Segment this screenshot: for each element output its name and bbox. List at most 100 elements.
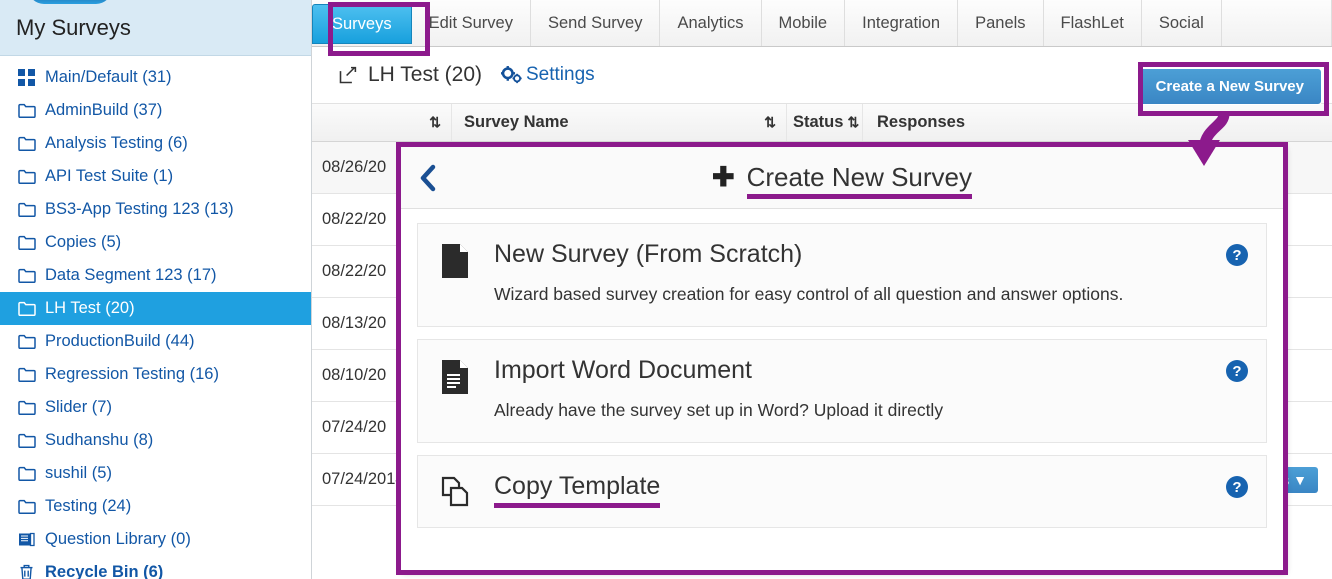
modal-option-description: Already have the survey set up in Word? … — [494, 400, 944, 421]
tab-analytics[interactable]: Analytics — [660, 0, 762, 46]
tab-label: Social — [1158, 13, 1204, 32]
tab-panels[interactable]: Panels — [958, 0, 1044, 46]
tab-label: Analytics — [677, 13, 744, 32]
modal-header: ✚ Create New Survey — [401, 147, 1283, 209]
column-header-survey-name-label: Survey Name — [464, 113, 569, 131]
question-help-icon[interactable]: ? — [1226, 244, 1248, 266]
tab-label: Surveys — [332, 14, 392, 33]
tab-label: Integration — [862, 13, 941, 32]
settings-link[interactable]: Settings — [501, 64, 595, 86]
sort-icon-status[interactable]: ⇅ — [843, 114, 863, 131]
create-a-new-survey-button[interactable]: Create a New Survey — [1137, 68, 1322, 105]
sidebar-item-productionbuild-44[interactable]: ProductionBuild (44) — [0, 325, 311, 358]
sidebar-item-adminbuild-37[interactable]: AdminBuild (37) — [0, 94, 311, 127]
folder-icon — [17, 134, 36, 153]
sidebar-folder-list: Main/Default (31) AdminBuild (37) Analysis… — [0, 56, 311, 579]
column-header-status[interactable]: Status ⇅ — [787, 104, 863, 141]
sidebar-item-recycle-bin-6[interactable]: Recycle Bin (6) — [0, 556, 311, 579]
nav-filler — [1222, 0, 1332, 46]
folder-icon — [17, 266, 36, 285]
edit-pencil-icon[interactable] — [337, 65, 358, 86]
tab-surveys[interactable]: Surveys — [312, 4, 412, 44]
tab-label: Mobile — [778, 13, 828, 32]
modal-options-list: New Survey (From Scratch) Wizard based su… — [401, 209, 1283, 529]
modal-option-new-survey-from-scratch[interactable]: New Survey (From Scratch) Wizard based su… — [417, 223, 1267, 328]
blank-document-icon — [438, 240, 472, 308]
page-title: My Surveys — [16, 14, 131, 40]
sidebar-item-label: AdminBuild (37) — [45, 101, 163, 119]
sidebar-item-label: Question Library (0) — [45, 530, 191, 548]
cell-date-value: 07/24/2014 — [322, 470, 405, 488]
sort-icon-date[interactable]: ⇅ — [425, 114, 445, 131]
sidebar-item-label: Slider (7) — [45, 398, 112, 416]
column-header-responses[interactable]: Responses — [863, 104, 993, 141]
current-folder-name: LH Test (20) — [368, 63, 482, 86]
sort-icon-survey-name[interactable]: ⇅ — [760, 114, 780, 131]
sidebar-item-question-library-0[interactable]: Question Library (0) — [0, 523, 311, 556]
folder-icon — [17, 464, 36, 483]
tab-mobile[interactable]: Mobile — [762, 0, 846, 46]
top-navigation: Surveys Edit Survey Send Survey Analytics Mo… — [312, 0, 1332, 47]
column-header-responses-label: Responses — [877, 113, 966, 131]
cell-date-value: 08/10/20 — [322, 366, 387, 384]
sidebar-item-label: Copies (5) — [45, 233, 122, 251]
sidebar-item-main-default-31[interactable]: Main/Default (31) — [0, 61, 311, 94]
tab-label: Panels — [975, 13, 1026, 32]
sidebar-item-analysis-testing-6[interactable]: Analysis Testing (6) — [0, 127, 311, 160]
sidebar-item-label: Recycle Bin (6) — [45, 563, 164, 579]
sidebar-item-label: Regression Testing (16) — [45, 365, 219, 383]
cell-date-value: 08/26/20 — [322, 158, 387, 176]
sidebar-header: My Surveys — [0, 0, 311, 56]
sidebar-item-bs3-app-testing-123-13[interactable]: BS3-App Testing 123 (13) — [0, 193, 311, 226]
cell-date-value: 07/24/20 — [322, 418, 387, 436]
sidebar-item-label: ProductionBuild (44) — [45, 332, 195, 350]
chevron-left-icon[interactable] — [417, 163, 439, 193]
tab-flashlet[interactable]: FlashLet — [1044, 0, 1142, 46]
sidebar-item-label: Sudhanshu (8) — [45, 431, 154, 449]
folder-icon — [17, 200, 36, 219]
question-help-icon[interactable]: ? — [1226, 360, 1248, 383]
column-header-date[interactable]: ⇅ — [312, 104, 452, 141]
plus-icon: ✚ — [711, 162, 735, 192]
column-header-survey-name[interactable]: Survey Name ⇅ — [452, 104, 787, 141]
question-help-icon[interactable]: ? — [1226, 476, 1248, 499]
sidebar-item-copies-5[interactable]: Copies (5) — [0, 226, 311, 259]
tab-social[interactable]: Social — [1142, 0, 1222, 46]
folder-icon — [17, 497, 36, 516]
tab-send-survey[interactable]: Send Survey — [531, 0, 661, 46]
sidebar-item-data-segment-123-17[interactable]: Data Segment 123 (17) — [0, 259, 311, 292]
modal-option-text: Import Word Document Already have the sur… — [494, 356, 1246, 424]
folder-icon — [17, 431, 36, 450]
sidebar-item-lh-test-20[interactable]: LH Test (20) — [0, 292, 311, 325]
column-header-status-label: Status — [793, 113, 844, 131]
sidebar-item-label: Main/Default (31) — [45, 68, 172, 86]
cell-date-value: 08/22/20 — [322, 210, 387, 228]
modal-option-copy-template[interactable]: Copy Template? — [417, 455, 1267, 529]
tab-edit-survey[interactable]: Edit Survey — [412, 0, 531, 46]
tab-integration[interactable]: Integration — [845, 0, 959, 46]
sidebar-item-sudhanshu-8[interactable]: Sudhanshu (8) — [0, 424, 311, 457]
sidebar-item-label: sushil (5) — [45, 464, 112, 482]
word-document-icon — [438, 356, 472, 424]
sidebar-item-testing-24[interactable]: Testing (24) — [0, 490, 311, 523]
sidebar-item-api-test-suite-1[interactable]: API Test Suite (1) — [0, 160, 311, 193]
sidebar-item-regression-testing-16[interactable]: Regression Testing (16) — [0, 358, 311, 391]
folder-icon — [17, 332, 36, 351]
cell-date-value: 08/13/20 — [322, 314, 387, 332]
modal-option-title: New Survey (From Scratch) — [494, 240, 803, 268]
sidebar-item-sushil-5[interactable]: sushil (5) — [0, 457, 311, 490]
tab-label: Edit Survey — [428, 13, 513, 32]
modal-option-import-word-document[interactable]: Import Word Document Already have the sur… — [417, 339, 1267, 444]
book-icon — [17, 530, 36, 549]
sidebar-item-label: Data Segment 123 (17) — [45, 266, 217, 284]
modal-option-description: Wizard based survey creation for easy co… — [494, 284, 1124, 304]
grid-icon — [17, 68, 36, 87]
settings-label: Settings — [526, 64, 595, 85]
sidebar-item-slider-7[interactable]: Slider (7) — [0, 391, 311, 424]
copy-pages-icon — [438, 472, 472, 509]
modal-title: Create New Survey — [746, 162, 973, 199]
folder-icon — [17, 167, 36, 186]
sidebar-item-label: Testing (24) — [45, 497, 132, 515]
sidebar: My Surveys Main/Default (31) AdminBuild (… — [0, 0, 312, 579]
sidebar-item-label: BS3-App Testing 123 (13) — [45, 200, 234, 218]
